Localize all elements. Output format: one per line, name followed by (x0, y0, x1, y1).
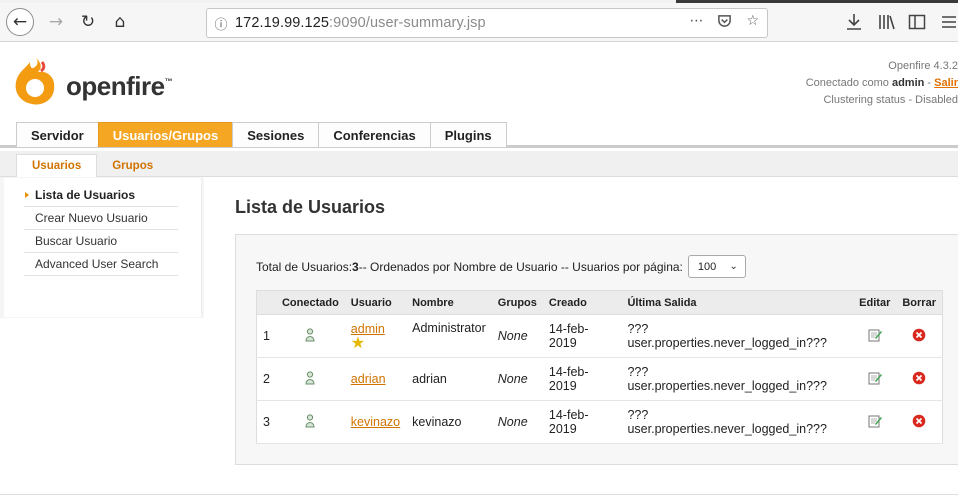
header-info: Openfire 4.3.2 Conectado como admin - Sa… (806, 58, 958, 109)
chevron-down-icon: ⌄ (729, 261, 738, 272)
per-page-value: 100 (697, 260, 717, 273)
admin-star-icon: ★ (350, 332, 366, 352)
groups-cell: None (491, 400, 543, 444)
sidebar-item-advanced-search[interactable]: Advanced User Search (24, 253, 178, 276)
name-cell: Administrator (406, 314, 492, 358)
app-header: openfire™ Openfire 4.3.2 Conectado como … (0, 43, 958, 121)
delete-icon[interactable] (896, 400, 943, 444)
col-creado: Creado (542, 290, 622, 315)
col-borrar: Borrar (896, 290, 943, 315)
summary-prefix: Total de Usuarios: (256, 259, 353, 274)
connected-line: Conectado como admin - Salir (806, 75, 958, 92)
tab-conferencias[interactable]: Conferencias (318, 122, 431, 147)
user-summary: Total de Usuarios: 3 -- Ordenados por No… (256, 255, 746, 278)
user-list-panel: Total de Usuarios: 3 -- Ordenados por No… (235, 234, 958, 465)
sidebar-item-buscar-usuario[interactable]: Buscar Usuario (24, 230, 178, 253)
logo-trademark: ™ (164, 77, 173, 86)
url-host: 172.19.99.125 (235, 15, 330, 31)
name-cell: adrian (406, 357, 492, 401)
url-path: :9090/user-summary.jsp (329, 15, 486, 31)
created-cell: 14-feb-2019 (542, 400, 622, 444)
delete-icon[interactable] (896, 314, 943, 358)
back-icon[interactable]: ← (6, 8, 34, 36)
table-header-row: Conectado Usuario Nombre Grupos Creado Ú… (256, 290, 943, 315)
edit-icon[interactable] (853, 357, 897, 401)
sub-nav: Usuarios Grupos (0, 151, 958, 177)
tab-servidor[interactable]: Servidor (16, 122, 99, 147)
last-logout-cell: ???user.properties.never_logged_in??? (621, 314, 854, 358)
offline-status-icon (275, 357, 345, 401)
row-number: 2 (256, 357, 276, 401)
download-icon[interactable] (846, 13, 862, 35)
subtab-usuarios[interactable]: Usuarios (16, 154, 98, 177)
sidebar-item-crear-usuario[interactable]: Crear Nuevo Usuario (24, 207, 178, 230)
username-cell: adrian (344, 357, 407, 401)
col-nombre[interactable]: Nombre (406, 290, 492, 315)
connected-user: admin (891, 77, 925, 89)
delete-icon[interactable] (896, 357, 943, 401)
table-row: 3 kevinazo kevinazo None 14-feb-2019 ???… (256, 400, 943, 444)
total-users: 3 (352, 259, 359, 274)
browser-toolbar: ← → ↻ ⌂ ⓘ 172.19.99.125:9090/user-summar… (0, 3, 958, 42)
offline-status-icon (275, 400, 345, 444)
row-number: 1 (256, 314, 276, 358)
edit-icon[interactable] (853, 314, 897, 358)
logout-separator: - (924, 77, 935, 89)
info-icon[interactable]: ⓘ (207, 14, 235, 33)
tab-usuarios-grupos[interactable]: Usuarios/Grupos (97, 122, 234, 147)
menu-icon[interactable] (940, 13, 958, 35)
last-logout-cell: ???user.properties.never_logged_in??? (621, 400, 854, 444)
table-row: 1 admin ★ Administrator None 14-feb-2019… (256, 314, 943, 358)
created-cell: 14-feb-2019 (542, 357, 622, 401)
more-icon[interactable]: ⋯ (689, 13, 703, 32)
sidebar-icon[interactable] (908, 13, 926, 35)
username-cell: admin ★ (344, 314, 407, 358)
users-table: Conectado Usuario Nombre Grupos Creado Ú… (256, 290, 943, 444)
col-editar: Editar (853, 290, 897, 315)
clustering-status: Clustering status - Disabled (823, 94, 958, 106)
library-icon[interactable] (878, 13, 896, 35)
tab-plugins[interactable]: Plugins (429, 122, 507, 147)
sidebar-item-lista-usuarios[interactable]: Lista de Usuarios (24, 184, 178, 207)
username-link[interactable]: adrian (351, 372, 386, 386)
subtab-grupos[interactable]: Grupos (97, 154, 168, 177)
groups-cell: None (491, 314, 543, 358)
footer-divider (0, 494, 958, 495)
col-num (256, 290, 276, 315)
row-number: 3 (256, 400, 276, 444)
openfire-logo-icon (12, 56, 58, 106)
sidebar: Lista de Usuarios Crear Nuevo Usuario Bu… (4, 178, 202, 317)
tab-sesiones[interactable]: Sesiones (232, 122, 320, 147)
forward-icon[interactable]: → (42, 8, 70, 36)
url-bar[interactable]: ⓘ 172.19.99.125:9090/user-summary.jsp ⋯ … (206, 8, 768, 38)
main-nav: Servidor Usuarios/Grupos Sesiones Confer… (0, 121, 958, 148)
reload-icon[interactable]: ↻ (74, 8, 102, 36)
username-link[interactable]: kevinazo (351, 415, 400, 429)
page-title: Lista de Usuarios (235, 197, 386, 217)
col-grupos: Grupos (491, 290, 543, 315)
per-page-select[interactable]: 100 ⌄ (687, 255, 746, 278)
groups-cell: None (491, 357, 543, 401)
edit-icon[interactable] (853, 400, 897, 444)
name-cell: kevinazo (406, 400, 492, 444)
home-icon[interactable]: ⌂ (106, 8, 134, 36)
col-usuario[interactable]: Usuario (344, 290, 407, 315)
table-row: 2 adrian adrian None 14-feb-2019 ???user… (256, 357, 943, 401)
offline-status-icon (275, 314, 345, 358)
col-conectado: Conectado (275, 290, 345, 315)
star-icon[interactable]: ☆ (746, 13, 759, 32)
username-cell: kevinazo (344, 400, 407, 444)
version-label: Openfire 4.3.2 (888, 60, 958, 72)
col-ultima-salida: Última Salida (621, 290, 854, 315)
logo-wordmark: openfire (66, 71, 165, 101)
url-text: 172.19.99.125:9090/user-summary.jsp (235, 15, 486, 31)
logo-text: openfire™ (66, 71, 173, 102)
created-cell: 14-feb-2019 (542, 314, 622, 358)
pocket-icon[interactable] (717, 13, 732, 32)
logout-link[interactable]: Salir (934, 77, 958, 89)
connected-prefix: Conectado como (805, 77, 892, 89)
last-logout-cell: ???user.properties.never_logged_in??? (621, 357, 854, 401)
summary-suffix: -- Ordenados por Nombre de Usuario -- Us… (358, 259, 683, 274)
